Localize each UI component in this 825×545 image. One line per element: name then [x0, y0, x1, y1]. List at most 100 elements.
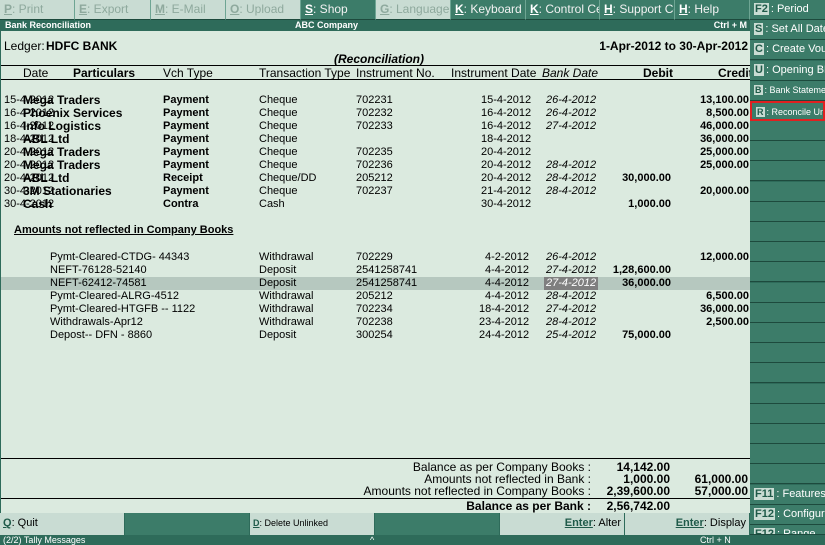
entry-bank-date[interactable]: 28-4-2012 [546, 172, 596, 185]
bottom-display-button[interactable]: Enter: Display [625, 513, 750, 535]
unlinked-description: Pymt-Cleared-CTDG- 44343 [50, 251, 190, 263]
unlinked-bank-date[interactable]: 25-4-2012 [546, 329, 596, 342]
table-row[interactable]: 20-4-2012 ABL Ltd Receipt Cheque/DD 205212 20… [1, 172, 751, 185]
entry-bank-date[interactable]: 26-4-2012 [546, 107, 596, 120]
shortcut-key: F11 [754, 488, 775, 500]
entry-vch-type: Payment [163, 94, 209, 106]
menu-supportcentre-button[interactable]: H: Support Centre [600, 0, 675, 20]
unlinked-instrument-no: 702238 [356, 316, 393, 328]
button-label: : Control Centre [538, 2, 599, 16]
unlinked-description: NEFT-76128-52140 [50, 264, 147, 276]
button-label: : Delete Unlinked [259, 518, 329, 528]
unlinked-bank-date[interactable]: 27-4-2012 [544, 277, 599, 290]
unlinked-instrument-date: 4-2-2012 [485, 251, 530, 263]
side-empty-slot [750, 262, 825, 283]
entry-debit: 1,000.00 [628, 198, 671, 210]
entry-bank-date[interactable]: 27-4-2012 [546, 120, 596, 133]
menu-upload-button[interactable]: O: Upload [226, 0, 301, 20]
menu-export-button[interactable]: E: Export [75, 0, 151, 20]
unlinked-bank-date[interactable]: 27-4-2012 [546, 303, 596, 316]
button-label: : Export [87, 2, 129, 16]
shortcut-key: F12 [754, 508, 775, 520]
shortcut-key: E [79, 2, 88, 16]
table-row[interactable]: 20-4-2012 Mega Traders Payment Cheque 702235… [1, 146, 751, 159]
side-createvoucher-button[interactable]: C: Create Voucher [750, 40, 825, 60]
caret-up-icon[interactable]: ^ [370, 535, 374, 545]
unlinked-bank-date[interactable]: 27-4-2012 [546, 264, 596, 277]
entry-credit: 20,000.00 [700, 185, 749, 197]
col-particulars: Particulars [73, 66, 136, 80]
period-range[interactable]: 1-Apr-2012 to 30-Apr-2012 [599, 39, 748, 53]
unlinked-bank-date[interactable]: 28-4-2012 [546, 316, 596, 329]
menu-controlcentre-button[interactable]: K: Control Centre [526, 0, 600, 20]
unlinked-row[interactable]: Depost-- DFN - 8860 Deposit 300254 24-4-201… [1, 329, 751, 342]
side-empty-slot [750, 121, 825, 141]
button-label: : Reconcile Unlinked [766, 107, 825, 117]
entry-vch-type: Receipt [163, 172, 203, 184]
close-shortcut[interactable]: Ctrl + M [714, 20, 747, 31]
button-label: : Shop [313, 2, 348, 16]
bottom-quit-button[interactable]: Q: Quit [0, 513, 125, 535]
tally-messages[interactable]: (2/2) Tally Messages [3, 535, 85, 545]
unlinked-transaction-type: Withdrawal [259, 290, 314, 302]
side-period-button[interactable]: F2: Period [750, 0, 825, 20]
table-row[interactable]: 20-4-2012 Mega Traders Payment Cheque 702236… [1, 159, 751, 172]
unlinked-description: Pymt-Cleared-HTGFB -- 1122 [50, 303, 196, 315]
shortcut-key: F2 [754, 3, 769, 15]
table-row[interactable]: 30-4-2012 3M Stationaries Payment Cheque 702… [1, 185, 751, 198]
unlinked-instrument-no: 205212 [356, 290, 393, 302]
side-configure-button[interactable]: F12: Configure [750, 505, 825, 525]
button-label: : Support Centre [612, 2, 674, 16]
table-row[interactable]: 30-4-2012 Cash Contra Cash 30-4-2012 1,000.00 [1, 198, 751, 211]
button-label: : Range [776, 528, 816, 535]
balance-bank-label: Balance as per Bank : [466, 499, 591, 513]
menu-help-button[interactable]: H: Help [675, 0, 750, 20]
side-range-button[interactable]: F12: Range [750, 525, 825, 535]
col-instrument-date: Instrument Date [451, 66, 537, 80]
unlinked-bank-date[interactable]: 26-4-2012 [546, 251, 596, 264]
menu-shop-button[interactable]: S: Shop [301, 0, 376, 20]
button-label: : Features [776, 488, 825, 500]
entry-bank-date[interactable]: 26-4-2012 [546, 94, 596, 107]
table-row[interactable]: 18-4-2012 ABL Ltd Payment Cheque 18-4-2012 36… [1, 133, 751, 146]
bottom-alter-button[interactable]: Enter: Alter [500, 513, 625, 535]
entry-instrument-date: 15-4-2012 [481, 94, 532, 106]
side-openingbrs-button[interactable]: U: Opening BRS [750, 61, 825, 81]
button-label: : Quit [11, 517, 38, 529]
company-name: ABC Company [295, 20, 359, 30]
unlinked-instrument-no: 2541258741 [356, 277, 418, 289]
table-row[interactable]: 16-4-2012 Info Logistics Payment Cheque 7022… [1, 120, 751, 133]
menu-email-button[interactable]: M: E-Mail [151, 0, 226, 20]
button-label: : Set All Dates [765, 23, 825, 35]
entry-transaction-type: Cheque [259, 107, 298, 119]
unlinked-bank-date[interactable]: 28-4-2012 [546, 290, 596, 303]
unlinked-row[interactable]: Pymt-Cleared-ALRG-4512 Withdrawal 205212 4-… [1, 290, 751, 303]
unlinked-row[interactable]: Pymt-Cleared-HTGFB -- 1122 Withdrawal 7022… [1, 303, 751, 316]
unlinked-row[interactable]: NEFT-76128-52140 Deposit 2541258741 4-4-201… [1, 264, 751, 277]
unlinked-instrument-date: 23-4-2012 [479, 316, 530, 328]
menu-keyboard-button[interactable]: K: Keyboard [451, 0, 526, 20]
unlinked-row[interactable]: NEFT-62412-74581 Deposit 2541258741 4-4-201… [1, 277, 751, 290]
unlinked-credit: 2,500.00 [706, 316, 749, 328]
menu-language-button[interactable]: G: Language [376, 0, 451, 20]
shortcut-key: Q [3, 517, 12, 529]
col-debit: Debit [643, 66, 673, 80]
menu-print-button[interactable]: P: Print [0, 0, 75, 20]
entry-transaction-type: Cheque [259, 146, 298, 158]
right-button-panel: F2: PeriodS: Set All DatesC: Create Vouc… [750, 0, 825, 535]
unlinked-credit: 6,500.00 [706, 290, 749, 302]
unlinked-debit: 36,000.00 [622, 277, 671, 289]
unlinked-transaction-type: Withdrawal [259, 316, 314, 328]
bottom-deleteunlinked-button[interactable]: D: Delete Unlinked [250, 513, 375, 535]
unlinked-row[interactable]: Withdrawals-Apr12 Withdrawal 702238 23-4-20… [1, 316, 751, 329]
side-features-button[interactable]: F11: Features [750, 485, 825, 505]
side-reconcileunlinked-button[interactable]: R: Reconcile Unlinked [750, 101, 825, 121]
entry-bank-date[interactable]: 28-4-2012 [546, 159, 596, 172]
side-setalldates-button[interactable]: S: Set All Dates [750, 20, 825, 40]
unlinked-row[interactable]: Pymt-Cleared-CTDG- 44343 Withdrawal 702229… [1, 251, 751, 264]
total-label: Amounts not reflected in Company Books : [363, 484, 591, 498]
table-row[interactable]: 16-4-2012 Phoenix Services Payment Cheque 70… [1, 107, 751, 120]
entry-bank-date[interactable]: 28-4-2012 [546, 185, 596, 198]
entry-credit: 46,000.00 [700, 120, 749, 132]
side-bankstatement-button[interactable]: B: Bank Statement [750, 81, 825, 101]
